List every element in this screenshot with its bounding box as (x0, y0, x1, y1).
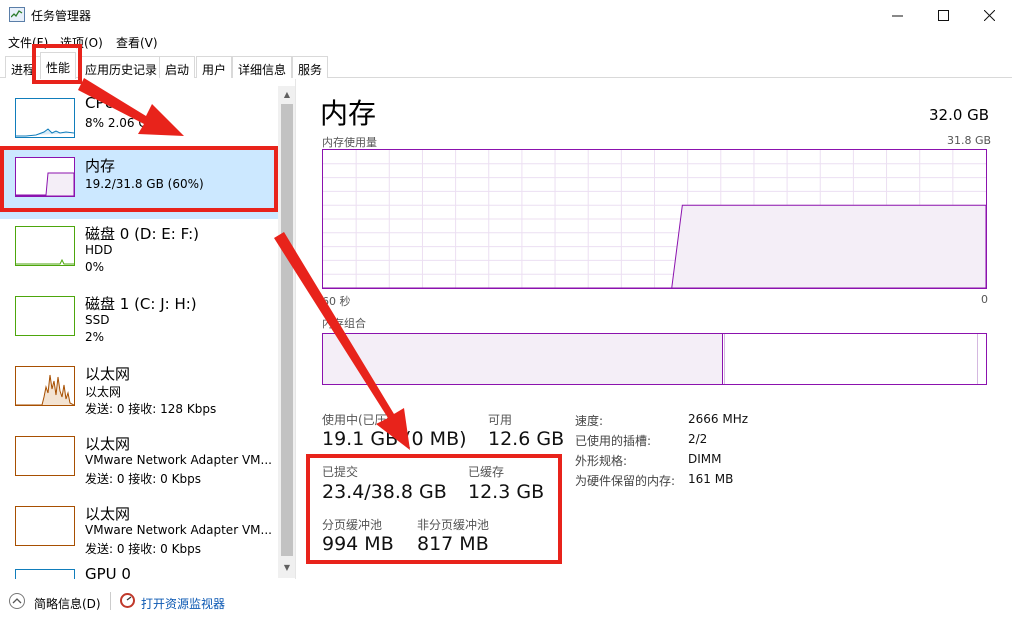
open-resource-monitor-link[interactable]: 打开资源监视器 (141, 595, 225, 612)
arrow-to-memory-item (78, 78, 184, 136)
annotation-arrows (78, 78, 410, 450)
resource-monitor-icon (120, 593, 135, 608)
footer-divider (110, 592, 111, 610)
arrow-to-memory-stats (274, 232, 410, 450)
collapse-icon[interactable] (9, 593, 25, 609)
brief-info-link[interactable]: 简略信息(D) (34, 595, 101, 612)
